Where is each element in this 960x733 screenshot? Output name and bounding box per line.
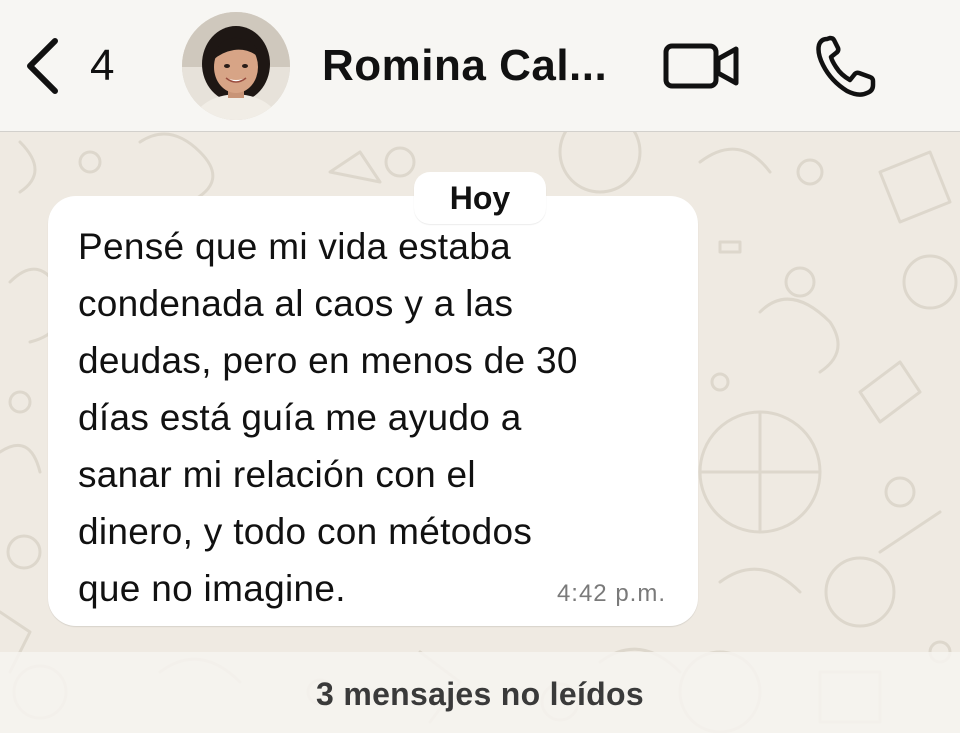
unread-messages-label: 3 mensajes no leídos [316, 675, 644, 712]
unread-messages-divider: 3 mensajes no leídos [0, 652, 960, 733]
voice-call-button[interactable] [808, 28, 884, 104]
message-text: Pensé que mi vida estaba condenada al ca… [78, 226, 578, 609]
phone-icon [816, 35, 876, 97]
video-camera-icon [663, 43, 739, 89]
back-button[interactable]: 4 [24, 36, 134, 96]
video-call-button[interactable] [660, 36, 744, 96]
contact-name[interactable]: Romina Cal... [322, 41, 642, 90]
message-timestamp: 4:42 p.m. [556, 580, 666, 607]
chevron-left-icon [27, 38, 58, 94]
unread-chats-count: 4 [90, 41, 115, 90]
chat-header: 4 Romina Cal... [0, 0, 960, 132]
avatar[interactable] [182, 12, 290, 120]
incoming-message-bubble[interactable]: Pensé que mi vida estaba condenada al ca… [48, 196, 698, 626]
chat-area[interactable]: Hoy Pensé que mi vida estaba condenada a… [0, 132, 960, 733]
date-divider: Hoy [414, 172, 546, 224]
